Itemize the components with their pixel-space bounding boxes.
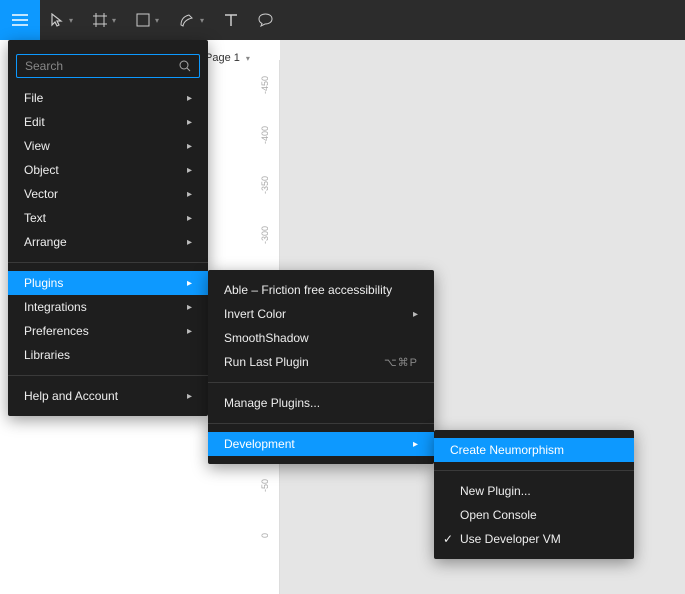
rectangle-icon	[136, 13, 150, 27]
frame-icon	[93, 13, 107, 27]
comment-icon	[258, 13, 273, 27]
shape-tool[interactable]: ▾	[126, 0, 169, 40]
text-tool[interactable]	[214, 0, 248, 40]
search-placeholder: Search	[25, 59, 63, 73]
search-input[interactable]: Search	[16, 54, 200, 78]
cursor-icon	[50, 13, 64, 27]
menu-separator	[208, 382, 434, 383]
plugin-development[interactable]: Development▸	[208, 432, 434, 456]
menu-view[interactable]: View▸	[8, 134, 208, 158]
dev-new-plugin[interactable]: New Plugin...	[434, 479, 634, 503]
chevron-down-icon: ▾	[200, 16, 204, 25]
menu-arrange[interactable]: Arrange▸	[8, 230, 208, 254]
menu-separator	[8, 375, 208, 376]
move-tool[interactable]: ▾	[40, 0, 83, 40]
frame-tool[interactable]: ▾	[83, 0, 126, 40]
menu-edit[interactable]: Edit▸	[8, 110, 208, 134]
development-submenu: Create Neumorphism New Plugin... Open Co…	[434, 430, 634, 559]
menu-text[interactable]: Text▸	[8, 206, 208, 230]
plugin-manage[interactable]: Manage Plugins...	[208, 391, 434, 415]
dev-use-developer-vm[interactable]: ✓Use Developer VM	[434, 527, 634, 551]
menu-vector[interactable]: Vector▸	[8, 182, 208, 206]
chevron-down-icon: ▾	[69, 16, 73, 25]
plugin-smoothshadow[interactable]: SmoothShadow	[208, 326, 434, 350]
comment-tool[interactable]	[248, 0, 283, 40]
hamburger-icon	[12, 14, 28, 26]
pen-tool[interactable]: ▾	[169, 0, 214, 40]
plugin-able[interactable]: Able – Friction free accessibility	[208, 278, 434, 302]
menu-help-account[interactable]: Help and Account▸	[8, 384, 208, 408]
menu-separator	[8, 262, 208, 263]
plugin-invert-color[interactable]: Invert Color▸	[208, 302, 434, 326]
dev-open-console[interactable]: Open Console	[434, 503, 634, 527]
page-label: Page 1	[205, 52, 240, 64]
pen-icon	[179, 13, 195, 27]
chevron-down-icon: ▾	[112, 16, 116, 25]
text-icon	[224, 13, 238, 27]
menu-object[interactable]: Object▸	[8, 158, 208, 182]
main-menu-button[interactable]	[0, 0, 40, 40]
search-icon	[179, 60, 191, 72]
plugins-submenu: Able – Friction free accessibility Inver…	[208, 270, 434, 464]
toolbar: ▾ ▾ ▾ ▾	[0, 0, 685, 40]
menu-integrations[interactable]: Integrations▸	[8, 295, 208, 319]
menu-separator	[208, 423, 434, 424]
plugin-run-last[interactable]: Run Last Plugin⌥⌘P	[208, 350, 434, 374]
menu-plugins[interactable]: Plugins▸	[8, 271, 208, 295]
chevron-down-icon: ▾	[155, 16, 159, 25]
chevron-down-icon: ▾	[246, 54, 250, 63]
check-icon: ✓	[442, 532, 454, 546]
main-menu: Search File▸ Edit▸ View▸ Object▸ Vector▸…	[8, 40, 208, 416]
menu-libraries[interactable]: Libraries	[8, 343, 208, 367]
menu-separator	[434, 470, 634, 471]
menu-preferences[interactable]: Preferences▸	[8, 319, 208, 343]
menu-file[interactable]: File▸	[8, 86, 208, 110]
dev-create-neumorphism[interactable]: Create Neumorphism	[434, 438, 634, 462]
